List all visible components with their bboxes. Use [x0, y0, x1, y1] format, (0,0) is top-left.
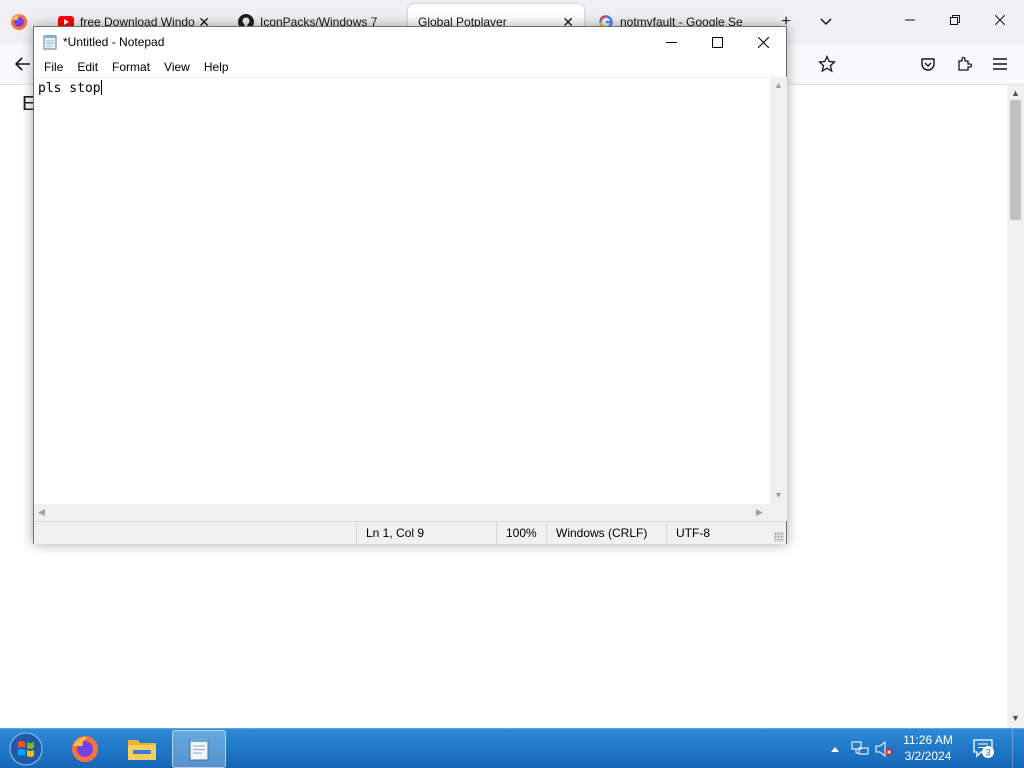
- volume-status[interactable]: [875, 729, 893, 768]
- status-line-endings: Windows (CRLF): [546, 522, 666, 544]
- maximize-button[interactable]: [694, 27, 740, 57]
- status-encoding: UTF-8: [666, 522, 786, 544]
- text-editor[interactable]: pls stop: [34, 77, 770, 504]
- scrollbar-thumb[interactable]: [1010, 100, 1021, 220]
- scroll-right-icon[interactable]: ▶: [756, 507, 763, 518]
- scroll-down-icon[interactable]: ▼: [774, 490, 783, 500]
- taskbar-firefox[interactable]: [58, 730, 112, 768]
- maximize-icon: [711, 36, 723, 48]
- close-icon: [757, 36, 769, 48]
- taskbar-file-explorer[interactable]: [115, 730, 169, 768]
- minimize-icon[interactable]: [900, 10, 920, 30]
- notepad-window[interactable]: *Untitled - Notepad File Edit Format Vie…: [33, 26, 787, 544]
- minimize-icon: [665, 41, 677, 43]
- window-title: *Untitled - Notepad: [63, 35, 165, 49]
- clock-time: 11:26 AM: [903, 733, 953, 747]
- minimize-button[interactable]: [648, 27, 694, 57]
- resize-grip-icon[interactable]: [774, 532, 784, 542]
- network-icon: [851, 741, 869, 755]
- hamburger-menu-icon[interactable]: [989, 53, 1011, 75]
- scroll-left-icon[interactable]: ◀: [38, 507, 45, 518]
- menu-help[interactable]: Help: [197, 57, 236, 77]
- editor-horizontal-scrollbar[interactable]: ◀ ▶: [34, 504, 770, 521]
- text-caret: [100, 80, 102, 95]
- taskbar-notepad[interactable]: [172, 730, 226, 768]
- notepad-icon: [189, 738, 209, 761]
- action-center[interactable]: 3: [972, 729, 996, 768]
- restore-icon[interactable]: [945, 10, 965, 30]
- list-all-tabs-icon[interactable]: [816, 12, 836, 32]
- close-icon[interactable]: [990, 10, 1010, 30]
- firefox-icon: [72, 736, 98, 762]
- menu-bar: File Edit Format View Help: [34, 57, 786, 77]
- status-bar: Ln 1, Col 9 100% Windows (CRLF) UTF-8: [34, 521, 786, 544]
- clock-date: 3/2/2024: [904, 749, 952, 763]
- volume-muted-icon: [875, 741, 893, 757]
- menu-edit[interactable]: Edit: [70, 57, 105, 77]
- start-button[interactable]: [4, 730, 48, 768]
- show-hidden-icons[interactable]: [830, 729, 840, 768]
- status-zoom: 100%: [496, 522, 546, 544]
- editor-vertical-scrollbar[interactable]: ▲ ▼: [770, 77, 787, 504]
- notification-count-badge: 3: [985, 748, 990, 758]
- show-desktop-button[interactable]: [1012, 729, 1024, 768]
- bookmark-star-icon[interactable]: [816, 53, 838, 75]
- extensions-icon[interactable]: [953, 53, 975, 75]
- chevron-up-icon: [831, 747, 839, 752]
- scroll-down-icon[interactable]: ▼: [1011, 713, 1020, 723]
- close-button[interactable]: [740, 27, 786, 57]
- scroll-up-icon[interactable]: ▲: [774, 80, 783, 90]
- taskbar: 11:26 AM 3/2/2024 3: [0, 728, 1024, 768]
- windows-orb-icon: [9, 732, 43, 766]
- notepad-titlebar[interactable]: *Untitled - Notepad: [34, 27, 786, 57]
- network-status[interactable]: [851, 729, 869, 768]
- scroll-up-icon[interactable]: ▲: [1011, 88, 1020, 98]
- system-clock[interactable]: 11:26 AM 3/2/2024: [895, 732, 961, 764]
- page-scrollbar[interactable]: ▲ ▼: [1007, 85, 1024, 728]
- notifications-icon: 3: [973, 739, 994, 758]
- pocket-icon[interactable]: [917, 53, 939, 75]
- firefox-menu-icon[interactable]: [10, 13, 28, 31]
- file-explorer-icon: [128, 740, 156, 760]
- status-cursor-position: Ln 1, Col 9: [356, 522, 496, 544]
- editor-content: pls stop: [38, 81, 101, 96]
- scrollbar-corner: [770, 504, 787, 521]
- back-icon[interactable]: [12, 53, 34, 75]
- menu-file[interactable]: File: [37, 57, 70, 77]
- notepad-icon: [43, 35, 57, 50]
- menu-view[interactable]: View: [157, 57, 197, 77]
- menu-format[interactable]: Format: [105, 57, 157, 77]
